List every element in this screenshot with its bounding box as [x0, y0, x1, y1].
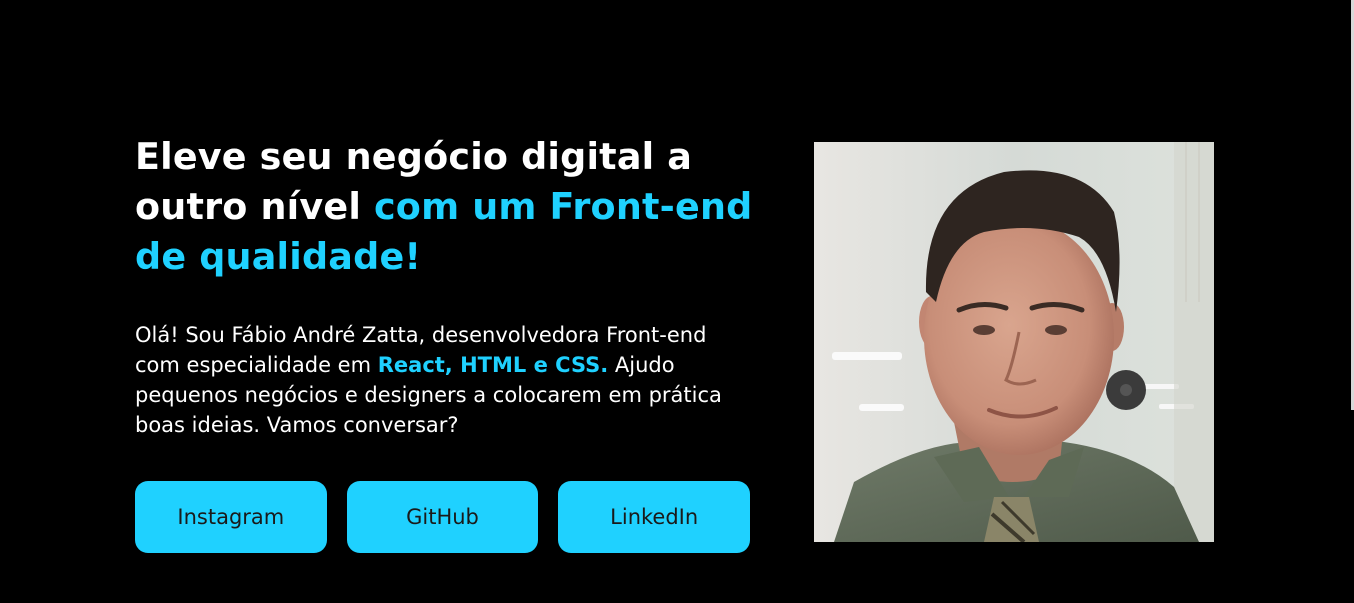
hero-section: Eleve seu negócio digital a outro nível … — [0, 0, 1354, 603]
hero-intro: Olá! Sou Fábio André Zatta, desenvolvedo… — [135, 320, 755, 440]
hero-headline: Eleve seu negócio digital a outro nível … — [135, 132, 755, 282]
profile-photo — [814, 142, 1214, 542]
social-buttons: Instagram GitHub LinkedIn — [135, 481, 751, 553]
instagram-button[interactable]: Instagram — [135, 481, 327, 553]
github-button[interactable]: GitHub — [346, 481, 539, 553]
linkedin-button[interactable]: LinkedIn — [558, 481, 751, 553]
intro-accent-text: React, HTML e CSS. — [377, 353, 609, 377]
